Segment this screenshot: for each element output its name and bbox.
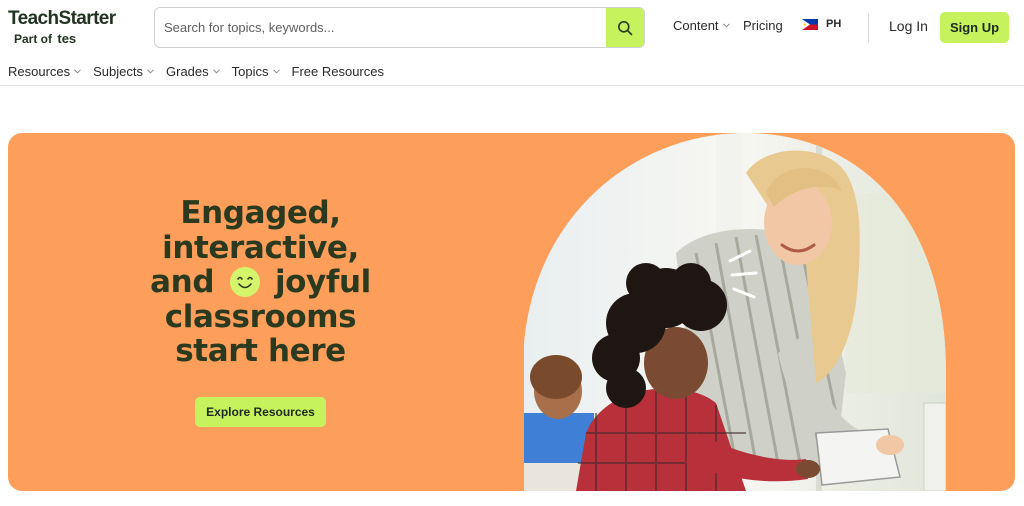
chevron-down-icon xyxy=(272,68,280,74)
subnav-item-resources[interactable]: Resources xyxy=(8,64,81,79)
subnav-label: Grades xyxy=(166,63,209,79)
nav-content[interactable]: Content xyxy=(673,18,730,33)
search-icon xyxy=(618,20,633,35)
subnav-item-topics[interactable]: Topics xyxy=(232,64,280,79)
subnav-label: Free Resources xyxy=(291,63,384,79)
headline-word: joyful xyxy=(274,264,371,300)
headline-word: and xyxy=(150,264,215,300)
logo-part-of: Part of tes xyxy=(14,31,76,46)
login-link[interactable]: Log In xyxy=(889,18,928,34)
chevron-down-icon xyxy=(722,23,730,28)
subnav-item-grades[interactable]: Grades xyxy=(166,64,220,79)
header-divider xyxy=(868,13,869,43)
explore-resources-button[interactable]: Explore Resources xyxy=(195,397,326,427)
logo-part-of-brand: tes xyxy=(57,31,77,46)
search-input[interactable] xyxy=(155,8,607,47)
headline-line: interactive, xyxy=(162,229,359,266)
nav-divider xyxy=(0,85,1024,86)
logo-wordmark: TeachStarter xyxy=(8,8,116,29)
chevron-down-icon xyxy=(74,68,81,74)
search-bar xyxy=(154,7,645,48)
region-selector[interactable]: PH xyxy=(802,18,841,30)
search-button[interactable] xyxy=(606,8,644,47)
subnav-item-free-resources[interactable]: Free Resources xyxy=(292,64,384,79)
category-nav: Resources Subjects Grades Topics Free Re… xyxy=(8,62,396,80)
nav-pricing[interactable]: Pricing xyxy=(743,18,783,33)
philippines-flag-icon xyxy=(802,18,818,30)
site-header: TeachStarter Part of tes Content Pricing… xyxy=(0,0,1024,56)
chevron-down-icon xyxy=(212,68,220,74)
subnav-item-subjects[interactable]: Subjects xyxy=(93,64,154,79)
nav-content-label: Content xyxy=(673,18,719,33)
subnav-label: Subjects xyxy=(93,63,144,79)
chevron-down-icon xyxy=(147,68,154,74)
subnav-label: Topics xyxy=(231,63,269,79)
hero-banner: Engaged, interactive, and joyful classro… xyxy=(8,133,1015,491)
smiley-face-icon xyxy=(229,267,260,297)
region-code: PH xyxy=(826,18,842,30)
signup-button[interactable]: Sign Up xyxy=(940,12,1009,43)
headline-line: Engaged, xyxy=(180,195,341,231)
hero-headline: Engaged, interactive, and joyful classro… xyxy=(128,196,393,369)
subnav-label: Resources xyxy=(8,63,71,79)
nav-pricing-label: Pricing xyxy=(743,18,783,33)
headline-line: classrooms xyxy=(164,298,357,335)
headline-line-with-icon: and joyful xyxy=(128,265,393,300)
headline-line: start here xyxy=(175,333,346,369)
logo-part-of-prefix: Part of xyxy=(14,32,53,46)
site-logo[interactable]: TeachStarter Part of tes xyxy=(8,8,138,48)
teacher-helping-student-with-tablet-photo xyxy=(524,133,946,491)
